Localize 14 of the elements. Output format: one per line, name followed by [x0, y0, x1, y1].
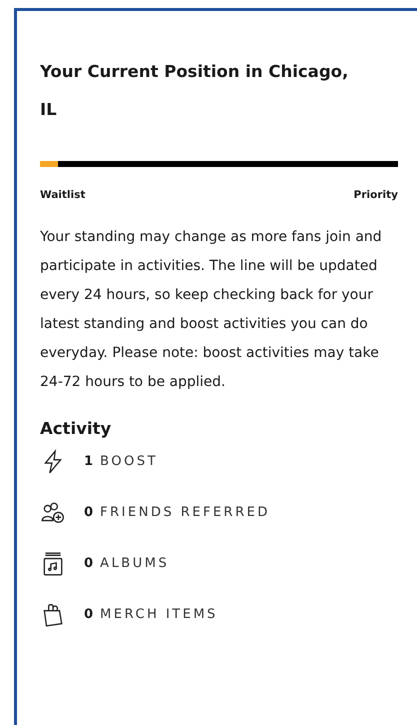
- activity-count: 0: [84, 607, 94, 622]
- activity-count: 0: [84, 505, 94, 520]
- activity-label: MERCH ITEMS: [100, 607, 218, 622]
- description-text: Your standing may change as more fans join and participate in activities. The line will be updated every 24 hours, so keep checking back for your latest standing and boost activities you can do everyday. Please note: boost activities may take 24-72 hours to be applied.: [40, 228, 383, 392]
- end-label: Priority: [354, 189, 398, 201]
- activity-count: 0: [84, 556, 94, 571]
- people-add-icon: [40, 500, 66, 526]
- activity-label: FRIENDS REFERRED: [100, 505, 270, 520]
- card-title: Your Current Position in Chicago, IL: [40, 61, 350, 121]
- activity-heading: Activity: [40, 419, 112, 438]
- activity-count: 1: [84, 454, 94, 469]
- activity-label: BOOST: [100, 454, 158, 469]
- activity-label: ALBUMS: [100, 556, 170, 571]
- start-label: Waitlist: [40, 189, 86, 201]
